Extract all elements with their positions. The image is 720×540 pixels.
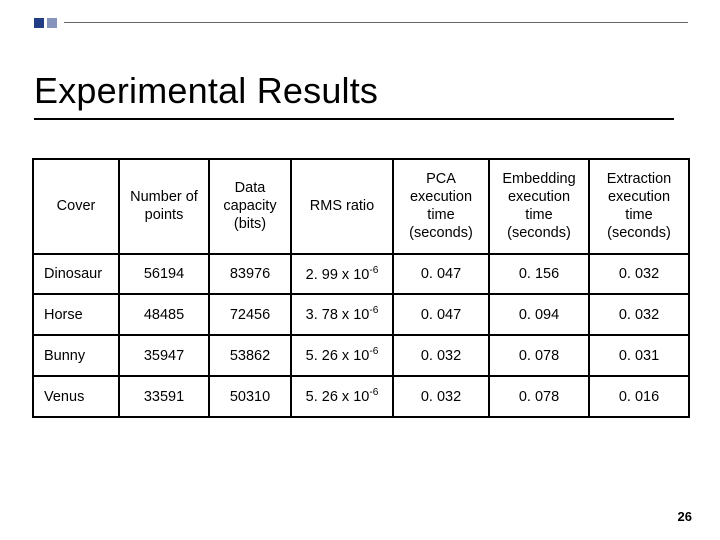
cell-cover: Dinosaur: [33, 254, 119, 295]
cell-capacity: 83976: [209, 254, 291, 295]
cell-pca: 0. 032: [393, 376, 489, 417]
cell-capacity: 53862: [209, 335, 291, 376]
rms-exp: -6: [369, 387, 378, 398]
col-header-pca: PCA execution time (seconds): [393, 159, 489, 254]
col-header-embed: Embedding execution time (seconds): [489, 159, 589, 254]
cell-embed: 0. 094: [489, 294, 589, 335]
cell-pca: 0. 047: [393, 294, 489, 335]
cell-rms: 3. 78 x 10-6: [291, 294, 393, 335]
cell-rms: 2. 99 x 10-6: [291, 254, 393, 295]
rms-coeff: 3. 78: [306, 307, 338, 323]
slide-title: Experimental Results: [34, 70, 688, 112]
rms-coeff: 5. 26: [306, 348, 338, 364]
cell-embed: 0. 156: [489, 254, 589, 295]
cell-points: 48485: [119, 294, 209, 335]
cell-capacity: 50310: [209, 376, 291, 417]
cell-pca: 0. 047: [393, 254, 489, 295]
title-underline: [34, 118, 674, 120]
cell-points: 35947: [119, 335, 209, 376]
cell-rms: 5. 26 x 10-6: [291, 335, 393, 376]
cell-embed: 0. 078: [489, 335, 589, 376]
cell-cover: Venus: [33, 376, 119, 417]
col-header-cover: Cover: [33, 159, 119, 254]
cell-extract: 0. 016: [589, 376, 689, 417]
cell-extract: 0. 031: [589, 335, 689, 376]
accent-square: [47, 18, 57, 28]
rms-exp: -6: [369, 305, 378, 316]
table-row: Horse 48485 72456 3. 78 x 10-6 0. 047 0.…: [33, 294, 689, 335]
table-row: Venus 33591 50310 5. 26 x 10-6 0. 032 0.…: [33, 376, 689, 417]
col-header-capacity: Data capacity (bits): [209, 159, 291, 254]
rms-coeff: 2. 99: [306, 266, 338, 282]
results-table: Cover Number of points Data capacity (bi…: [32, 158, 690, 418]
cell-cover: Horse: [33, 294, 119, 335]
col-header-extract: Extraction execution time (seconds): [589, 159, 689, 254]
cell-points: 33591: [119, 376, 209, 417]
cell-extract: 0. 032: [589, 294, 689, 335]
page-number: 26: [678, 509, 692, 524]
accent-squares: [34, 18, 57, 28]
results-table-wrap: Cover Number of points Data capacity (bi…: [32, 158, 688, 418]
cell-embed: 0. 078: [489, 376, 589, 417]
cell-capacity: 72456: [209, 294, 291, 335]
cell-rms: 5. 26 x 10-6: [291, 376, 393, 417]
col-header-rms: RMS ratio: [291, 159, 393, 254]
col-header-points: Number of points: [119, 159, 209, 254]
rms-exp: -6: [369, 265, 378, 276]
cell-cover: Bunny: [33, 335, 119, 376]
accent-square: [34, 18, 44, 28]
rms-exp: -6: [369, 346, 378, 357]
table-header-row: Cover Number of points Data capacity (bi…: [33, 159, 689, 254]
cell-pca: 0. 032: [393, 335, 489, 376]
accent-line: [64, 22, 688, 23]
cell-points: 56194: [119, 254, 209, 295]
table-row: Dinosaur 56194 83976 2. 99 x 10-6 0. 047…: [33, 254, 689, 295]
table-row: Bunny 35947 53862 5. 26 x 10-6 0. 032 0.…: [33, 335, 689, 376]
rms-coeff: 5. 26: [306, 389, 338, 405]
cell-extract: 0. 032: [589, 254, 689, 295]
